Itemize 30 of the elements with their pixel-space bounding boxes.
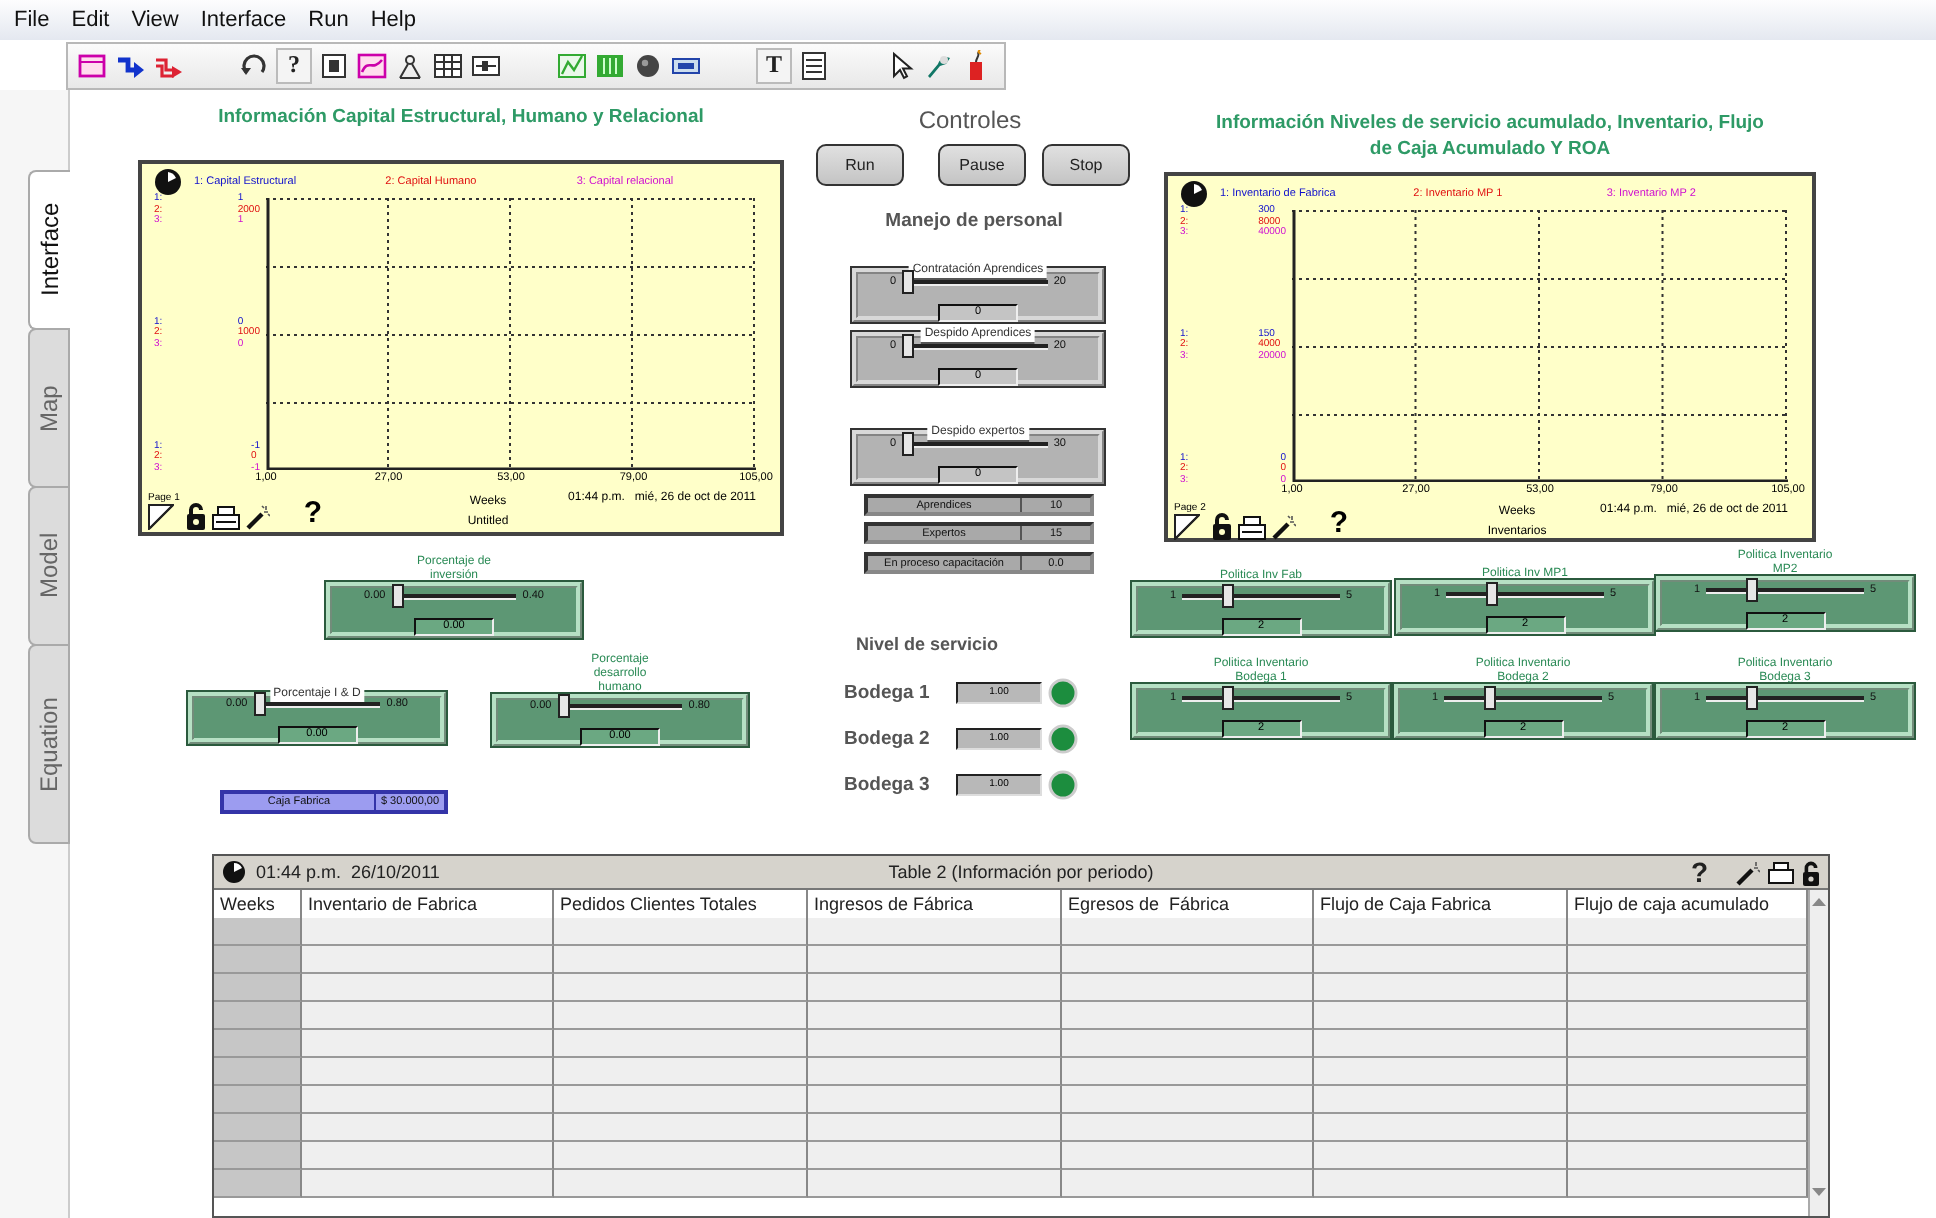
side-tab[interactable]: Interface [28, 170, 70, 330]
menu-item[interactable]: Edit [61, 8, 122, 32]
menu-item[interactable]: Interface [190, 8, 299, 32]
help-button[interactable]: ? [303, 496, 323, 530]
menu-item[interactable]: File [4, 8, 62, 32]
chart-title: Información Niveles de servicio acumulado, Inventario, Flujo de Caja Acumulado Y ROA [1214, 110, 1766, 164]
section-title: Nivel de servicio [856, 634, 1001, 656]
menu-item[interactable]: View [121, 8, 191, 32]
section-title: Controles [916, 106, 1024, 134]
help-button[interactable]: ? [1329, 506, 1349, 540]
stop-button[interactable]: Stop [1042, 144, 1130, 186]
time-label: 01:44 p.m. [256, 862, 342, 882]
pause-button[interactable]: Pause [938, 144, 1026, 186]
warehouse-label: Bodega 1 [844, 682, 932, 704]
menu-item[interactable]: Help [360, 8, 428, 32]
menu-item[interactable]: Run [298, 8, 361, 32]
warehouse-label: Bodega 2 [844, 728, 932, 750]
chart-title: Información Capital Estructural, Humano y Relacional [216, 104, 706, 132]
help-button[interactable]: ? [276, 47, 312, 83]
section-title: Manejo de personal [883, 210, 1065, 232]
run-button[interactable]: Run [816, 144, 904, 186]
help-button[interactable]: ? [1690, 856, 1708, 888]
date-label: 26/10/2011 [351, 862, 440, 882]
side-tab[interactable]: Map [28, 328, 70, 488]
warehouse-label: Bodega 3 [844, 774, 932, 796]
text-tool-button[interactable]: T [756, 47, 792, 83]
column-header: Weeks [214, 890, 302, 920]
side-tab[interactable]: Equation [28, 644, 70, 844]
table-title: Table 2 (Información por periodo) [886, 862, 1156, 882]
side-tab[interactable]: Model [28, 486, 70, 646]
